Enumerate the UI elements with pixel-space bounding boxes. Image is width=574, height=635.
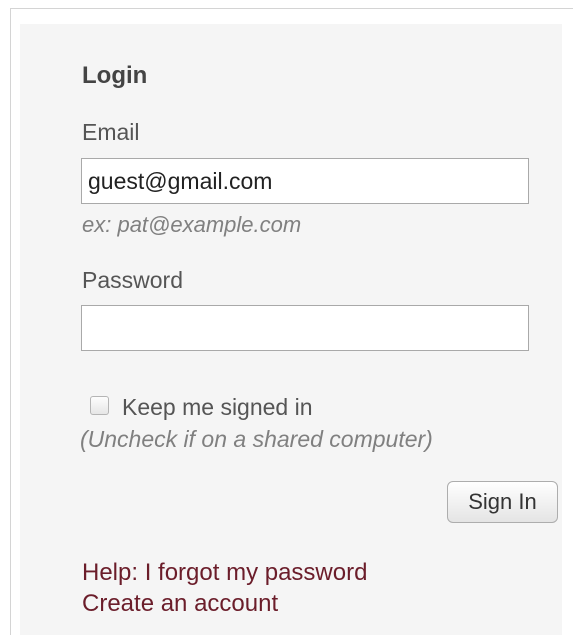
password-field[interactable] <box>81 305 529 351</box>
login-heading: Login <box>82 62 148 89</box>
keep-signed-in-checkbox[interactable] <box>90 396 109 415</box>
sign-in-button[interactable]: Sign In <box>447 481 558 523</box>
forgot-password-link[interactable]: Help: I forgot my password <box>82 559 367 587</box>
email-label: Email <box>82 119 140 145</box>
shared-computer-note: (Uncheck if on a shared computer) <box>80 426 433 452</box>
email-field[interactable] <box>81 158 529 204</box>
keep-signed-in-label[interactable]: Keep me signed in <box>122 394 313 421</box>
password-label: Password <box>82 267 183 293</box>
email-hint: ex: pat@example.com <box>82 212 302 237</box>
create-account-link[interactable]: Create an account <box>82 590 278 618</box>
